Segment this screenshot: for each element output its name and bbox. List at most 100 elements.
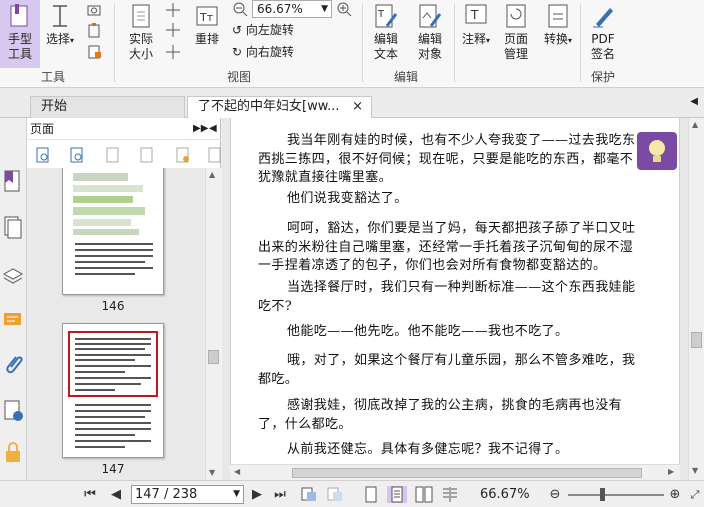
thumbnail-page-number: 146 — [101, 299, 125, 313]
svg-text:T: T — [470, 8, 479, 22]
file-icon[interactable] — [86, 44, 102, 60]
signature-icon[interactable] — [2, 398, 24, 424]
page-icon — [132, 4, 150, 28]
rotate-right-label: 向右旋转 — [245, 45, 294, 59]
zoom-select[interactable]: 66.67% ▼ — [252, 0, 332, 18]
document-viewport[interactable]: 我当年刚有娃的时候，也有不少人夸我变了——过去我吃东西挑三拣四，很不好伺候；现在… — [222, 118, 688, 480]
zoom-out-icon[interactable]: ⊖ — [548, 486, 562, 503]
page-manage-button[interactable]: 页面 管理 — [498, 2, 534, 62]
insert-page-icon[interactable] — [105, 146, 121, 164]
zoom-out-page-icon[interactable] — [69, 146, 85, 164]
lock-icon[interactable] — [2, 440, 24, 466]
convert-icon — [548, 4, 568, 28]
zoom-slider[interactable] — [568, 494, 664, 496]
tab-list-arrow-icon[interactable]: ◀ — [690, 96, 698, 107]
scroll-left-icon[interactable]: ◀ — [234, 467, 240, 476]
hand-tool-button[interactable]: 手型 工具 — [0, 0, 40, 68]
select-label: 选择 — [45, 32, 70, 46]
tab-document[interactable]: 了不起的中年妇女[ww... × — [187, 96, 372, 119]
page-number-input[interactable]: 147 / 238 ▼ — [131, 485, 244, 504]
page-manage-icon — [506, 4, 526, 28]
clipboard-icon[interactable] — [86, 22, 102, 38]
rotate-right-button[interactable]: ↻ 向右旋转 — [232, 43, 294, 61]
scrollbar-thumb[interactable] — [292, 468, 642, 478]
edit-text-button[interactable]: T 编辑 文本 — [368, 2, 404, 62]
separator — [114, 4, 115, 82]
status-bar: ⏮ ◀ 147 / 238 ▼ ▶ ⏭ 66.67% ⊖ ⊕ ⤢ — [0, 480, 704, 507]
zoom-slider-handle[interactable] — [600, 488, 605, 501]
attachment-icon[interactable] — [2, 352, 24, 378]
separator — [580, 4, 581, 82]
extract-page-icon[interactable] — [139, 146, 155, 164]
previous-view-icon[interactable] — [300, 486, 318, 503]
separator — [362, 4, 363, 82]
chevron-down-icon: ▼ — [321, 4, 328, 14]
tab-label: 开始 — [41, 99, 68, 114]
group-label-edit: 编辑 — [393, 70, 418, 84]
page-thumbnail[interactable] — [62, 168, 164, 295]
tips-button[interactable] — [637, 132, 677, 170]
zoom-in-page-icon[interactable] — [35, 146, 51, 164]
scrollbar-thumb[interactable] — [208, 350, 219, 364]
next-page-icon[interactable]: ▶ — [249, 486, 265, 503]
hand-tool-label: 手型 工具 — [7, 32, 32, 61]
fullscreen-icon[interactable]: ⤢ — [688, 486, 702, 503]
reflow-button[interactable]: Tт 重排 — [190, 2, 224, 47]
fit-visible-icon[interactable] — [165, 44, 181, 60]
zoom-in-icon[interactable] — [336, 1, 352, 17]
single-page-view-icon[interactable] — [364, 486, 378, 503]
rotate-left-button[interactable]: ↺ 向左旋转 — [232, 21, 294, 39]
continuous-view-icon[interactable] — [387, 486, 407, 503]
page-thumbnail-selected[interactable] — [62, 323, 164, 458]
zoom-in-icon[interactable]: ⊕ — [668, 486, 682, 503]
scroll-up-icon[interactable]: ▲ — [209, 170, 215, 179]
actual-size-button[interactable]: 实际 大小 — [122, 2, 160, 62]
comment-button[interactable]: T 注释▾ — [460, 2, 492, 48]
tab-label: 了不起的中年妇女[ww... — [198, 99, 340, 114]
horizontal-scrollbar[interactable]: ◀ ▶ — [230, 464, 680, 480]
panel-header: 页面 ▶▶ ◀ — [27, 118, 221, 140]
thumbnail-list: 146 147 — [27, 168, 205, 480]
scrollbar-thumb[interactable] — [691, 332, 702, 348]
pdf-sign-button[interactable]: PDF 签名 — [586, 2, 620, 62]
page-number-value: 147 / 238 — [135, 487, 198, 502]
paragraph: 我当年刚有娃的时候，也有不少人夸我变了——过去我吃东西挑三拣四，很不好伺候；现在… — [258, 133, 636, 185]
prev-page-icon[interactable]: ◀ — [108, 486, 124, 503]
scroll-right-icon[interactable]: ▶ — [668, 467, 674, 476]
facing-view-icon[interactable] — [415, 486, 433, 503]
scroll-up-icon[interactable]: ▲ — [692, 120, 698, 129]
edit-text-icon: T — [375, 4, 398, 28]
panel-scrollbar[interactable]: ▲ ▼ — [205, 168, 221, 480]
fit-width-icon[interactable] — [165, 22, 181, 38]
fit-page-icon[interactable] — [165, 2, 181, 18]
vertical-scrollbar[interactable]: ▲ ▼ — [688, 118, 704, 480]
close-icon[interactable]: × — [352, 97, 363, 117]
zoom-out-icon[interactable] — [232, 1, 248, 17]
pdf-reader-window: 手型 工具 选择▾ 实际 大小 Tт 重排 66.67% ▼ ↺ 向左旋转 ↻ 向… — [0, 0, 704, 507]
layers-icon[interactable] — [2, 262, 24, 288]
tab-home[interactable]: 开始 — [30, 96, 185, 118]
continuous-facing-view-icon[interactable] — [441, 486, 459, 503]
bookmark-icon[interactable] — [2, 168, 24, 194]
expand-panel-icon[interactable]: ▶▶ — [193, 118, 208, 140]
last-page-icon[interactable]: ⏭ — [272, 486, 288, 503]
snapshot-icon[interactable] — [86, 2, 102, 18]
comments-icon[interactable] — [2, 308, 24, 334]
first-page-icon[interactable]: ⏮ — [82, 486, 98, 503]
select-button[interactable]: 选择▾ — [44, 2, 76, 48]
edit-text-label: 编辑 文本 — [373, 32, 398, 61]
scroll-down-icon[interactable]: ▼ — [209, 468, 215, 477]
convert-button[interactable]: 转换▾ — [542, 2, 574, 48]
next-view-icon[interactable] — [326, 486, 344, 503]
panel-title: 页面 — [30, 122, 55, 136]
collapse-panel-icon[interactable]: ◀ — [209, 118, 217, 140]
add-page-icon[interactable] — [175, 146, 191, 164]
delete-page-icon[interactable] — [207, 146, 223, 164]
scroll-down-icon[interactable]: ▼ — [692, 466, 698, 475]
pages-icon[interactable] — [2, 214, 24, 240]
comment-label: 注释 — [461, 32, 486, 46]
rotate-left-icon: ↺ — [232, 23, 243, 37]
edit-object-button[interactable]: 编辑 对象 — [410, 2, 450, 62]
edit-object-label: 编辑 对象 — [417, 32, 442, 61]
lightbulb-icon — [649, 140, 665, 162]
